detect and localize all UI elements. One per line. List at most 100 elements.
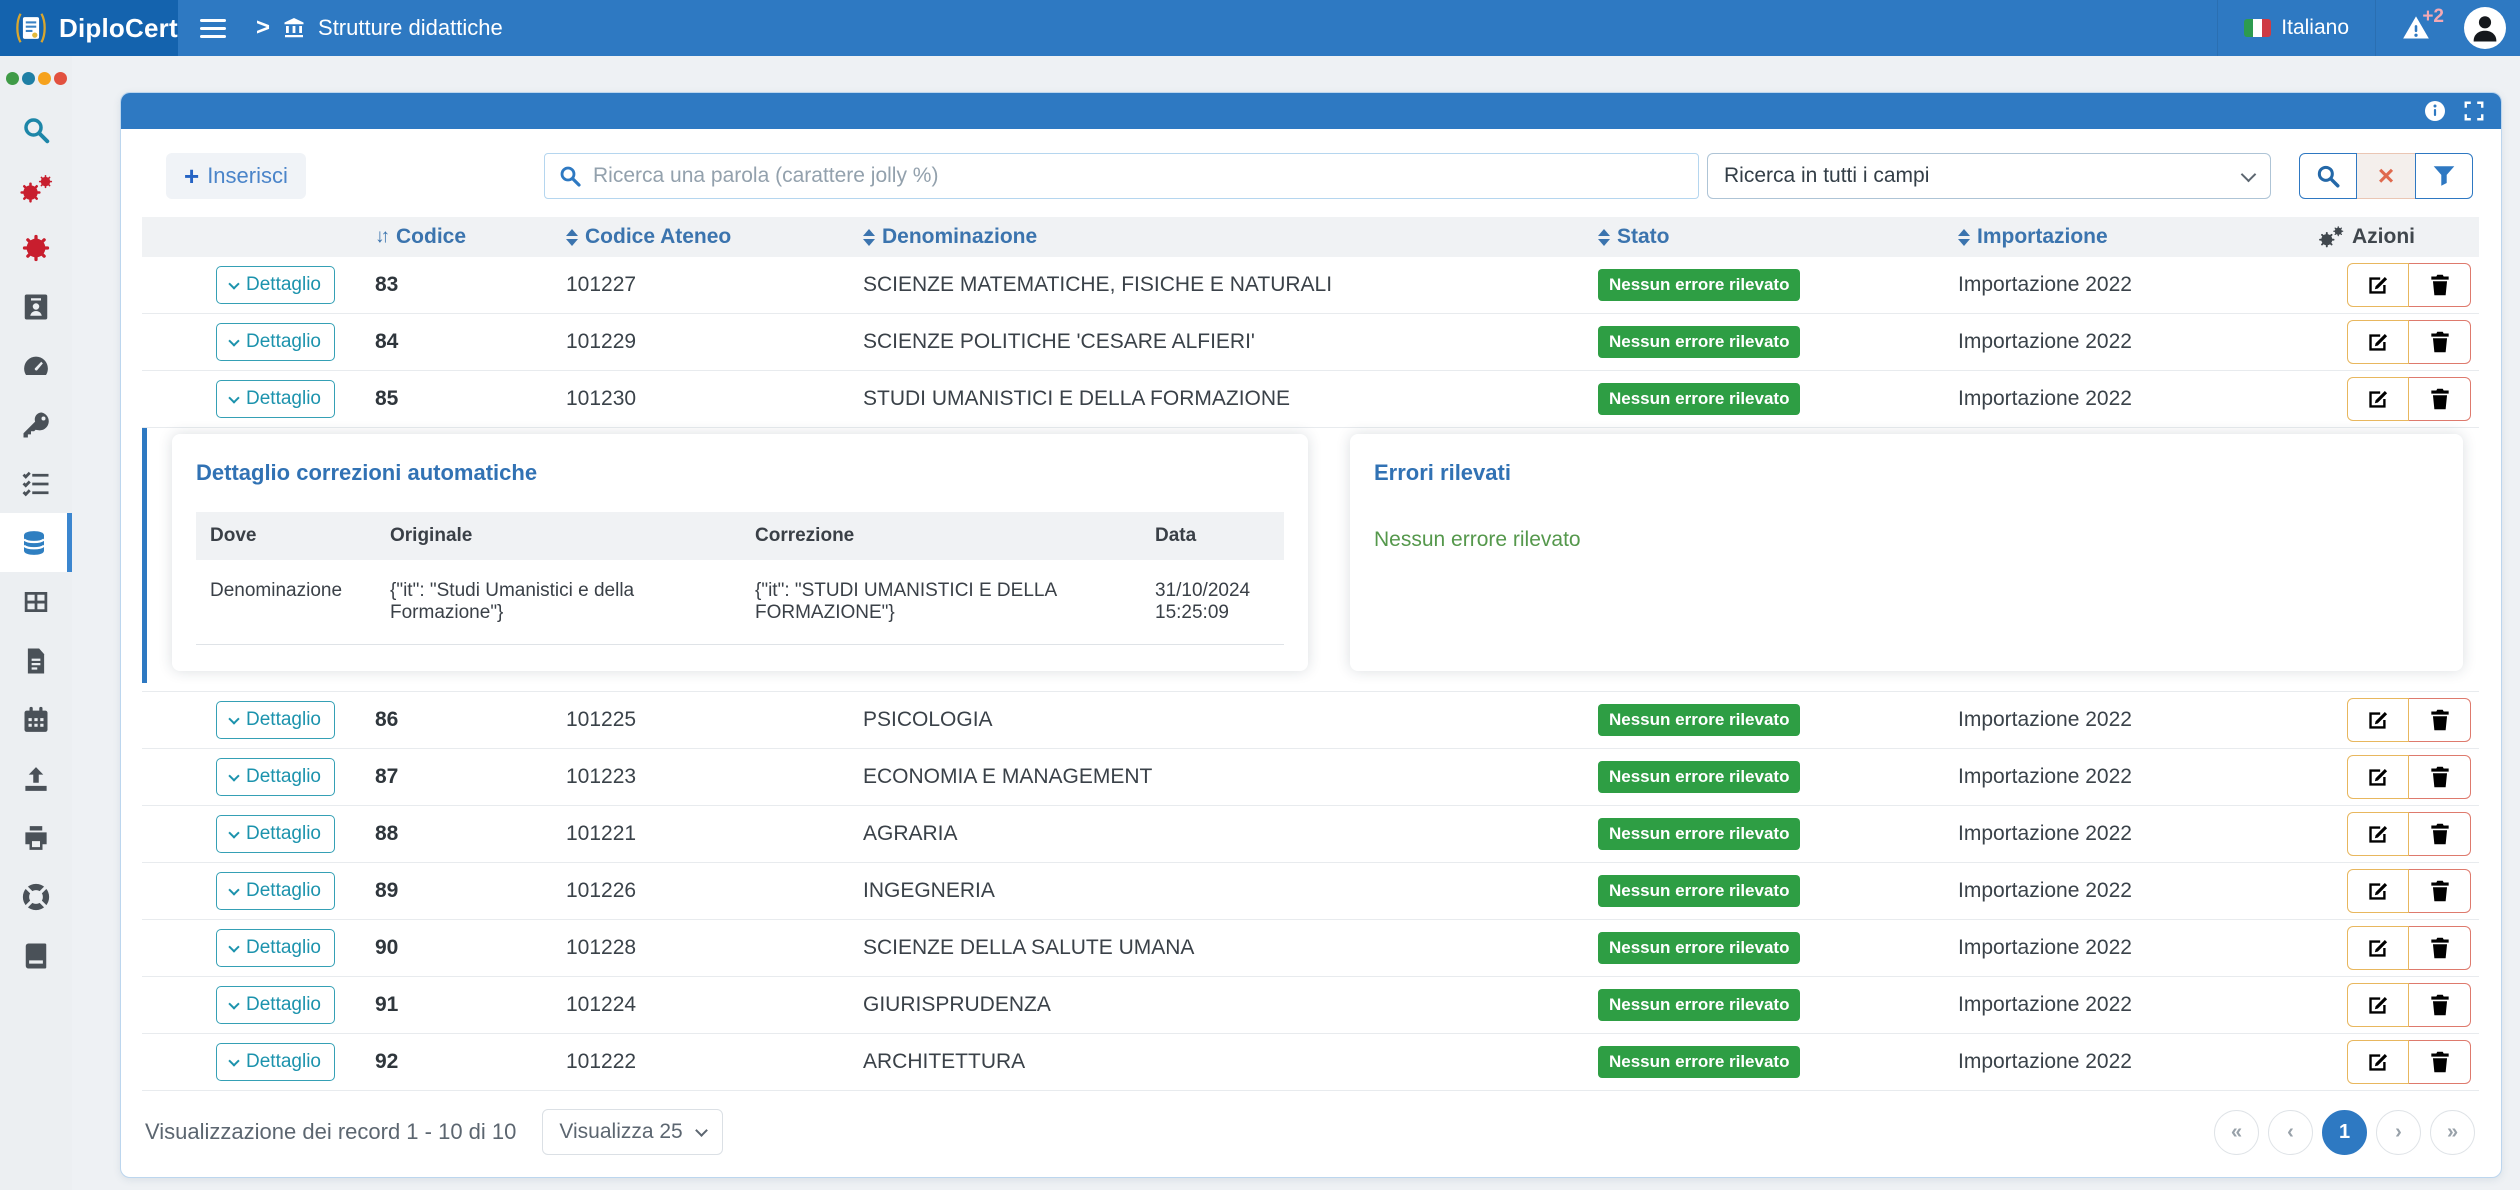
- database-icon: [19, 528, 49, 558]
- page-size-value: Visualizza 25: [559, 1120, 682, 1144]
- pagination-first-button[interactable]: «: [2214, 1110, 2259, 1155]
- row-detail-button[interactable]: Dettaglio: [216, 758, 335, 796]
- sidebar-item-manuals[interactable]: [0, 926, 72, 985]
- sidebar-item-settings[interactable]: [0, 218, 72, 277]
- search-submit-button[interactable]: [2299, 153, 2357, 199]
- sidebar-item-access[interactable]: [0, 395, 72, 454]
- chevron-down-icon: [228, 770, 239, 781]
- user-menu[interactable]: [2456, 0, 2520, 56]
- sort-icon: [1598, 229, 1610, 246]
- row-detail-button[interactable]: Dettaglio: [216, 701, 335, 739]
- dashboard-icon: [21, 351, 51, 381]
- sidebar-item-calendar[interactable]: [0, 690, 72, 749]
- main-content: + Inserisci Ricerca in tutti i campi ×: [72, 56, 2520, 1190]
- status-badge: Nessun errore rilevato: [1598, 326, 1800, 358]
- status-badge: Nessun errore rilevato: [1598, 818, 1800, 850]
- edit-row-button[interactable]: [2347, 926, 2409, 970]
- row-detail-button[interactable]: Dettaglio: [216, 323, 335, 361]
- edit-row-button[interactable]: [2347, 755, 2409, 799]
- pagination-page-1-button[interactable]: 1: [2322, 1110, 2367, 1155]
- corrections-header-correzione: Correzione: [741, 512, 1141, 560]
- edit-row-button[interactable]: [2347, 1040, 2409, 1084]
- errors-panel-message: Nessun errore rilevato: [1374, 528, 2439, 552]
- cell-denominazione: GIURISPRUDENZA: [863, 993, 1598, 1017]
- sidebar-item-support[interactable]: [0, 867, 72, 926]
- row-detail-button[interactable]: Dettaglio: [216, 986, 335, 1024]
- cell-codice-ateneo: 101223: [566, 765, 863, 789]
- cell-codice-ateneo: 101222: [566, 1050, 863, 1074]
- cell-denominazione: INGEGNERIA: [863, 879, 1598, 903]
- row-detail-button[interactable]: Dettaglio: [216, 1043, 335, 1081]
- card-header-strip: [121, 93, 2501, 129]
- sidebar-item-admin-settings[interactable]: [0, 159, 72, 218]
- menu-toggle-button[interactable]: [200, 19, 226, 38]
- cell-codice: 85: [375, 387, 566, 411]
- sidebar-item-tasks[interactable]: [0, 454, 72, 513]
- sidebar-item-database[interactable]: [0, 513, 72, 572]
- delete-row-button[interactable]: [2409, 812, 2471, 856]
- column-header-codice[interactable]: ↓↑ Codice: [375, 225, 566, 249]
- alerts-button[interactable]: +2: [2375, 0, 2456, 56]
- id-card-icon: [21, 292, 51, 322]
- edit-row-button[interactable]: [2347, 698, 2409, 742]
- info-button[interactable]: [2423, 99, 2447, 123]
- sidebar-item-dashboard[interactable]: [0, 336, 72, 395]
- clear-icon: ×: [2378, 163, 2394, 189]
- sidebar-item-print[interactable]: [0, 808, 72, 867]
- edit-row-button[interactable]: [2347, 983, 2409, 1027]
- search-button-group: ×: [2299, 153, 2473, 199]
- column-header-denominazione[interactable]: Denominazione: [863, 225, 1598, 249]
- breadcrumb-label[interactable]: Strutture didattiche: [318, 15, 503, 41]
- search-scope-select[interactable]: Ricerca in tutti i campi: [1707, 153, 2271, 199]
- delete-row-button[interactable]: [2409, 1040, 2471, 1084]
- trash-icon: [2427, 878, 2453, 904]
- table-header-row: ↓↑ Codice Codice Ateneo Denominazione St…: [142, 217, 2479, 257]
- fullscreen-button[interactable]: [2463, 100, 2485, 122]
- sidebar-item-tables[interactable]: [0, 572, 72, 631]
- cell-importazione: Importazione 2022: [1958, 765, 2318, 789]
- column-header-codice-ateneo[interactable]: Codice Ateneo: [566, 225, 863, 249]
- delete-row-button[interactable]: [2409, 263, 2471, 307]
- plus-icon: +: [184, 166, 199, 186]
- column-header-stato[interactable]: Stato: [1598, 225, 1958, 249]
- row-detail-button[interactable]: Dettaglio: [216, 380, 335, 418]
- cell-codice: 90: [375, 936, 566, 960]
- cell-denominazione: AGRARIA: [863, 822, 1598, 846]
- edit-row-button[interactable]: [2347, 377, 2409, 421]
- delete-row-button[interactable]: [2409, 698, 2471, 742]
- sidebar-item-profiles[interactable]: [0, 277, 72, 336]
- search-input[interactable]: [544, 153, 1699, 199]
- language-selector[interactable]: Italiano: [2217, 0, 2375, 56]
- sidebar-item-documents[interactable]: [0, 631, 72, 690]
- filter-button[interactable]: [2415, 153, 2473, 199]
- pagination-next-button[interactable]: ›: [2376, 1110, 2421, 1155]
- edit-row-button[interactable]: [2347, 320, 2409, 364]
- row-detail-button[interactable]: Dettaglio: [216, 266, 335, 304]
- sidebar-item-search[interactable]: [0, 100, 72, 159]
- cell-denominazione: SCIENZE POLITICHE 'CESARE ALFIERI': [863, 330, 1598, 354]
- row-detail-button[interactable]: Dettaglio: [216, 872, 335, 910]
- column-header-importazione[interactable]: Importazione: [1958, 225, 2318, 249]
- edit-row-button[interactable]: [2347, 263, 2409, 307]
- edit-row-button[interactable]: [2347, 812, 2409, 856]
- delete-row-button[interactable]: [2409, 983, 2471, 1027]
- sidebar-item-upload[interactable]: [0, 749, 72, 808]
- avatar[interactable]: [2464, 7, 2506, 49]
- delete-row-button[interactable]: [2409, 377, 2471, 421]
- row-detail-button[interactable]: Dettaglio: [216, 815, 335, 853]
- clear-search-button[interactable]: ×: [2357, 153, 2415, 199]
- pagination-prev-button[interactable]: ‹: [2268, 1110, 2313, 1155]
- delete-row-button[interactable]: [2409, 926, 2471, 970]
- corrections-header-dove: Dove: [196, 512, 376, 560]
- page-size-select[interactable]: Visualizza 25: [542, 1109, 722, 1155]
- alerts-count-badge: +2: [2422, 6, 2444, 28]
- edit-row-button[interactable]: [2347, 869, 2409, 913]
- app-logo[interactable]: DiploCert: [0, 0, 178, 56]
- delete-row-button[interactable]: [2409, 869, 2471, 913]
- row-detail-button[interactable]: Dettaglio: [216, 929, 335, 967]
- delete-row-button[interactable]: [2409, 320, 2471, 364]
- pagination-last-button[interactable]: »: [2430, 1110, 2475, 1155]
- cell-importazione: Importazione 2022: [1958, 993, 2318, 1017]
- delete-row-button[interactable]: [2409, 755, 2471, 799]
- insert-button[interactable]: + Inserisci: [166, 153, 306, 199]
